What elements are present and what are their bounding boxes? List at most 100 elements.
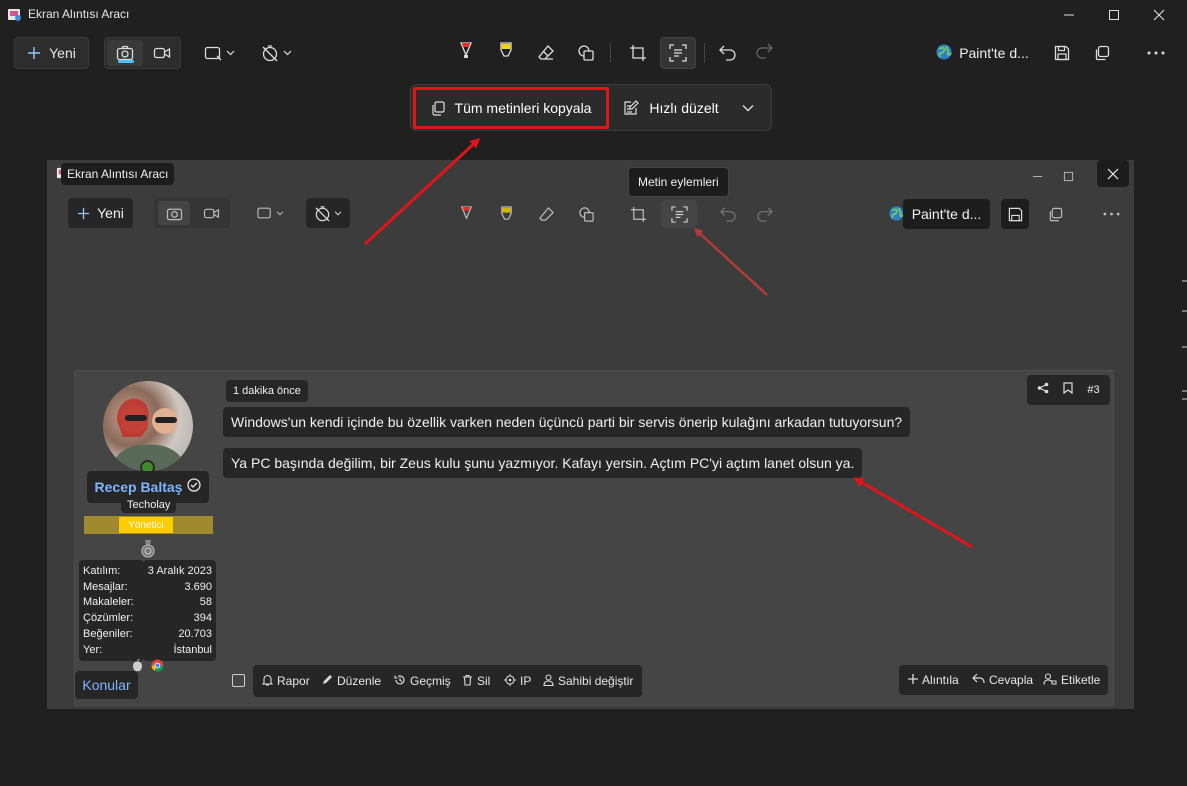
undo-icon <box>719 45 737 61</box>
edit-label: Düzenle <box>337 674 382 688</box>
shapes-button[interactable] <box>570 37 602 69</box>
screenshot-mode-button[interactable] <box>107 40 143 66</box>
redo-button[interactable] <box>748 37 780 69</box>
ip-label: IP <box>520 674 532 688</box>
history-label: Geçmiş <box>410 674 451 688</box>
stat-value: İstanbul <box>173 644 212 656</box>
inner-minimize-button <box>1024 164 1050 188</box>
crop-button[interactable] <box>622 37 654 69</box>
copy-all-text-button[interactable]: Tüm metinleri kopyala <box>413 87 609 129</box>
reply-label: Cevapla <box>989 673 1034 687</box>
quick-redact-label: Hızlı düzelt <box>649 100 719 116</box>
stat-value: 58 <box>199 596 212 608</box>
trash-icon <box>462 674 473 689</box>
topics-link: Konular <box>75 671 138 699</box>
no-timer-icon <box>261 44 279 62</box>
bell-icon <box>261 674 274 689</box>
toolbar-divider <box>704 43 705 63</box>
edit-link: Düzenle <box>322 670 381 692</box>
more-options-button[interactable] <box>1140 37 1172 69</box>
medal-icon <box>140 540 156 558</box>
ballpoint-pen-icon <box>458 41 474 66</box>
plus-icon <box>27 46 41 60</box>
inner-more-icon <box>1097 201 1125 227</box>
timer-dropdown[interactable] <box>254 37 298 69</box>
stat-value: 20.703 <box>178 628 212 640</box>
select-post-checkbox <box>232 674 245 687</box>
delete-label: Sil <box>477 674 491 688</box>
chrome-icon <box>151 659 164 672</box>
capture-mode-segment <box>104 37 181 69</box>
snip-shape-dropdown[interactable] <box>197 37 241 69</box>
eraser-button[interactable] <box>530 37 562 69</box>
maximize-button[interactable] <box>1091 0 1137 30</box>
eraser-icon <box>537 44 555 62</box>
reply-icon <box>972 673 985 687</box>
chevron-down-icon <box>283 50 292 56</box>
inner-save-icon <box>1001 199 1029 229</box>
inner-copy-icon <box>1042 201 1068 227</box>
post-line: Windows'un kendi içinde bu özellik varke… <box>223 407 911 437</box>
selected-indicator <box>118 60 134 63</box>
background-window-edge <box>1180 280 1187 420</box>
close-button[interactable] <box>1136 0 1182 30</box>
copy-button[interactable] <box>1086 37 1118 69</box>
text-actions-tooltip: Metin eylemleri <box>628 167 729 197</box>
quote-label: Alıntıla <box>922 673 959 687</box>
post-time: 1 dakika önce <box>226 380 308 402</box>
inner-new-label: Yeni <box>97 205 124 221</box>
text-actions-button[interactable] <box>660 37 696 69</box>
user-icon <box>543 673 554 689</box>
chevron-down-icon <box>742 99 754 117</box>
stat-label: Katılım: <box>83 565 121 577</box>
open-in-paint-button[interactable]: Paint'te d... <box>930 37 1034 69</box>
ballpoint-pen-button[interactable] <box>450 37 482 69</box>
minimize-button[interactable] <box>1046 0 1092 30</box>
inner-timer-icon <box>306 198 350 228</box>
copy-all-text-label: Tüm metinleri kopyala <box>454 100 592 116</box>
inner-undo-icon <box>715 201 741 227</box>
stat-label: Mesajlar: <box>83 581 128 593</box>
plus-icon <box>908 673 918 687</box>
report-link: Rapor <box>261 670 310 692</box>
inner-pen-icon <box>453 201 479 227</box>
copy-icon <box>431 100 445 116</box>
save-icon <box>1054 45 1070 61</box>
quick-redact-button[interactable]: Hızlı düzelt <box>616 87 726 129</box>
tag-user-label: Etiketle <box>1061 673 1101 687</box>
undo-button[interactable] <box>712 37 744 69</box>
shapes-icon <box>577 44 595 62</box>
user-tag-icon <box>1043 672 1057 688</box>
highlighter-button[interactable] <box>490 37 522 69</box>
new-snip-label: Yeni <box>49 45 76 61</box>
username: Recep Baltaş <box>94 479 183 495</box>
new-snip-button[interactable]: Yeni <box>14 37 89 69</box>
change-owner-link: Sahibi değiştir <box>543 670 633 692</box>
inner-redo-icon <box>751 201 777 227</box>
app-title: Ekran Alıntısı Aracı <box>28 7 130 21</box>
title-bar: Ekran Alıntısı Aracı <box>0 0 1187 30</box>
bookmark-icon <box>1063 381 1073 399</box>
stat-label: Makaleler: <box>83 596 134 608</box>
chevron-down-icon <box>226 50 235 56</box>
save-button[interactable] <box>1046 37 1078 69</box>
inner-eraser-icon <box>533 201 559 227</box>
toolbar-divider <box>610 43 611 63</box>
ip-link: IP <box>504 670 531 692</box>
inner-app-title: Ekran Alıntısı Aracı <box>61 163 175 185</box>
inner-snip-shape-icon <box>252 201 288 225</box>
change-owner-label: Sahibi değiştir <box>558 674 634 688</box>
quick-redact-dropdown[interactable] <box>732 90 764 126</box>
post-number: #3 <box>1087 384 1100 396</box>
video-mode-button[interactable] <box>145 40 179 66</box>
stat-label: Beğeniler: <box>83 628 133 640</box>
post-header-actions: #3 <box>1027 375 1110 405</box>
inner-highlighter-icon <box>493 201 519 227</box>
rectangle-snip-icon <box>204 45 222 61</box>
inner-crop-icon <box>625 201 651 227</box>
history-icon <box>394 674 406 689</box>
inner-video-icon <box>195 201 227 225</box>
more-icon <box>1147 51 1165 55</box>
avatar <box>103 381 193 471</box>
edit-document-icon <box>623 100 640 116</box>
